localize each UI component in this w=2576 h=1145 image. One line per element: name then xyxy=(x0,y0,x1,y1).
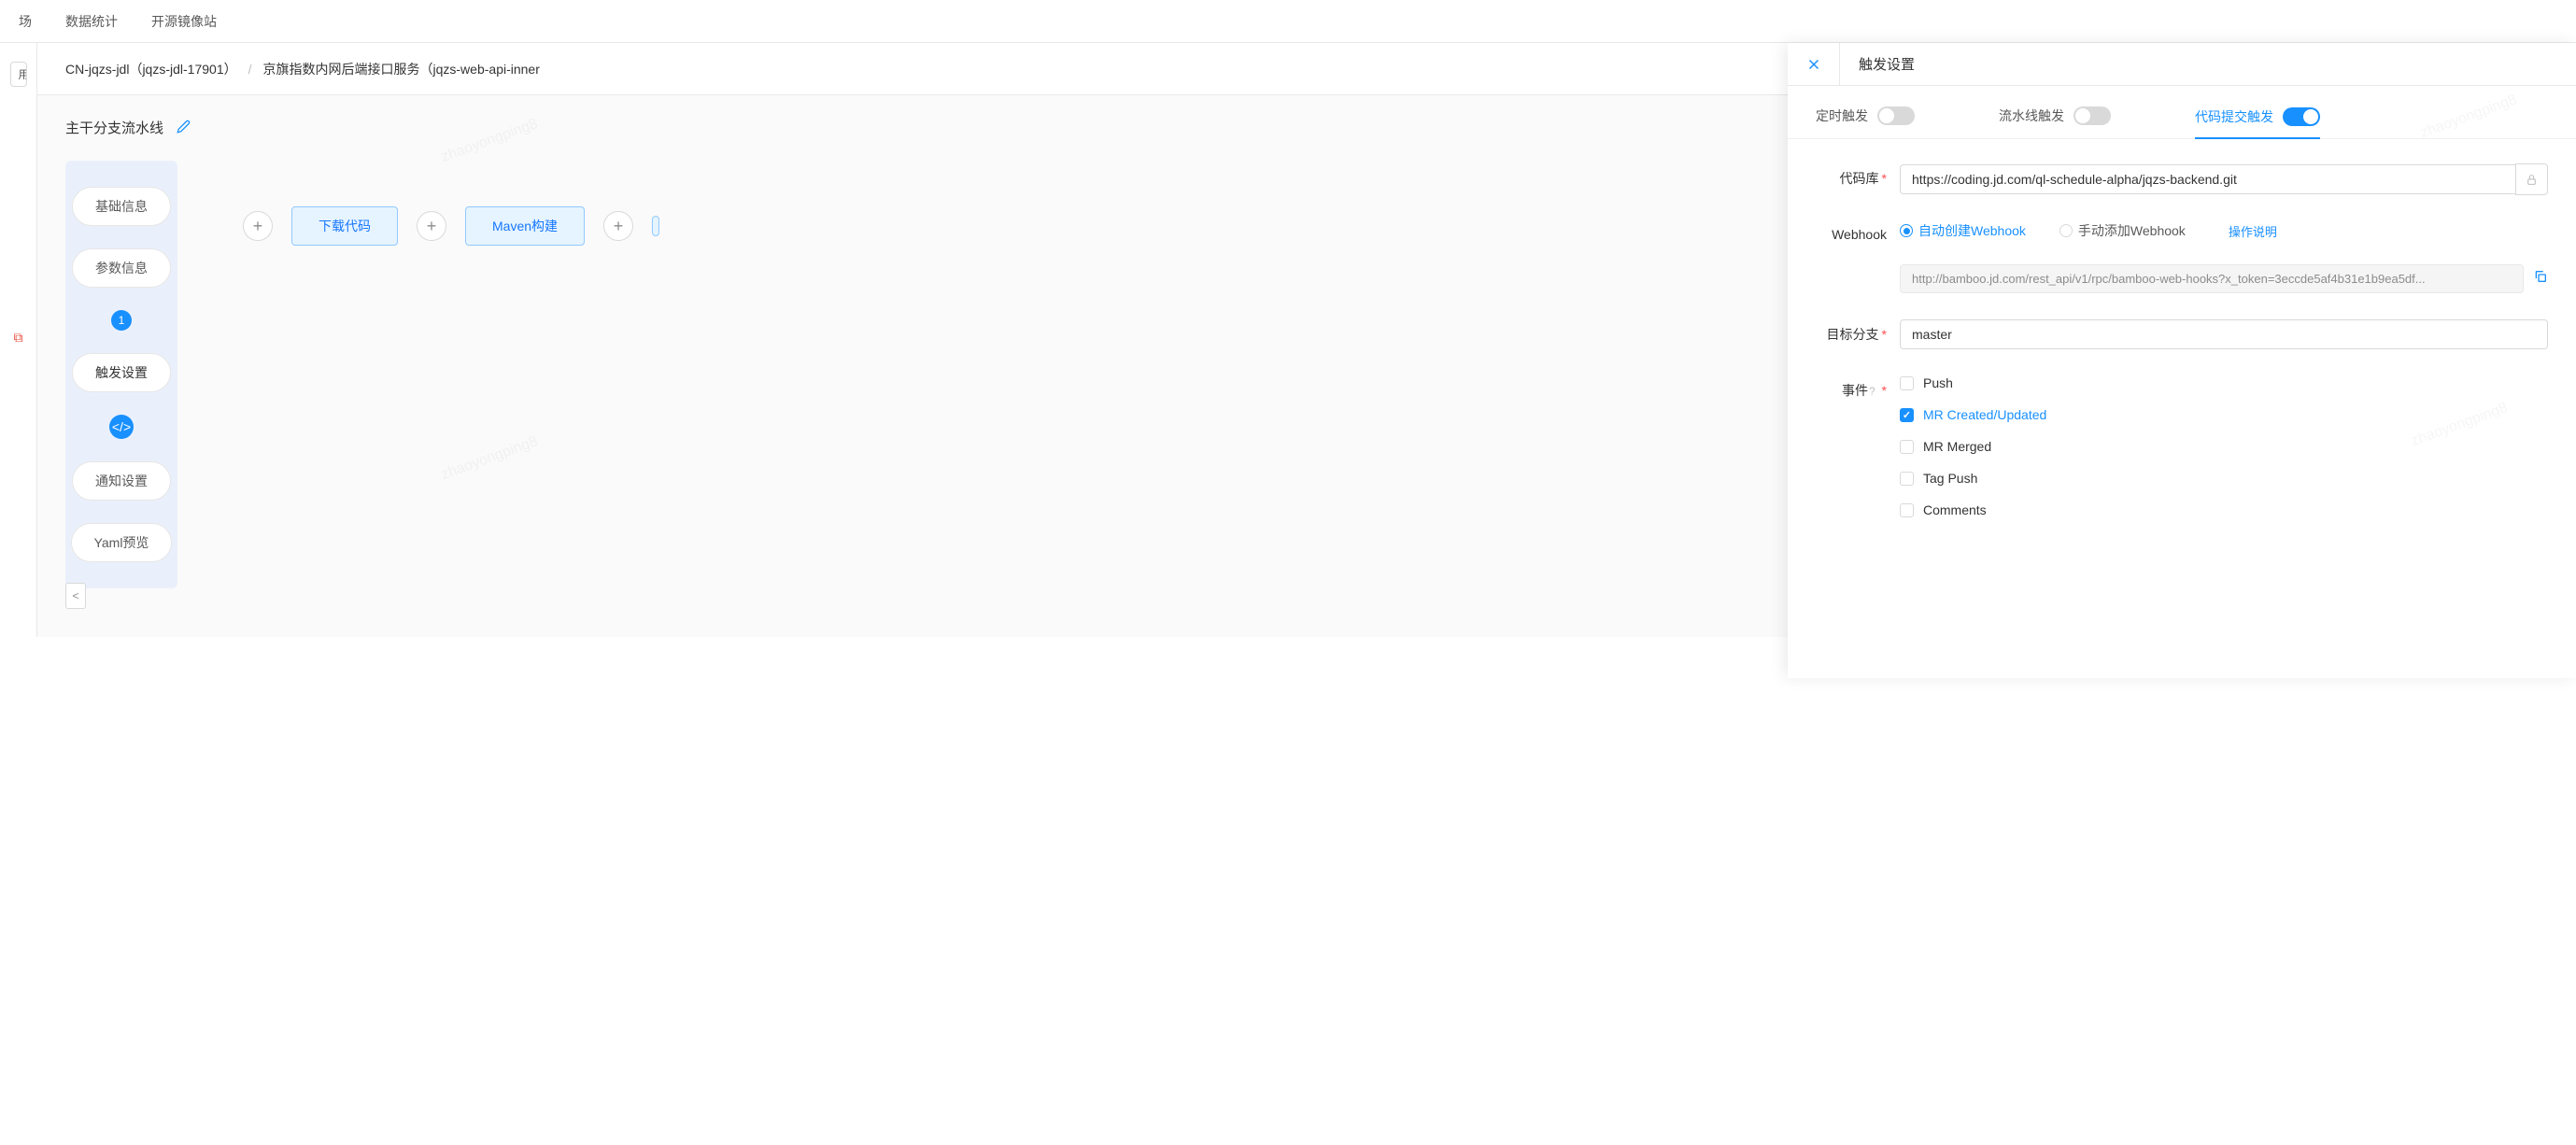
checkbox-comments-label: Comments xyxy=(1923,502,1987,517)
node-download-code[interactable]: 下载代码 xyxy=(291,206,398,246)
radio-auto-webhook[interactable]: 自动创建Webhook xyxy=(1900,221,2026,240)
checkbox-icon xyxy=(1900,440,1914,454)
add-node-button[interactable]: + xyxy=(243,211,273,241)
checkbox-icon xyxy=(1900,472,1914,486)
node-maven-build[interactable]: Maven构建 xyxy=(465,206,585,246)
tab-timer-label: 定时触发 xyxy=(1816,106,1868,125)
trigger-settings-drawer: 触发设置 定时触发 流水线触发 代码提交触发 zhaoyongping8 xyxy=(1788,43,2576,678)
radio-icon xyxy=(2059,224,2073,237)
breadcrumb-separator: / xyxy=(248,62,252,77)
webhook-help-link[interactable]: 操作说明 xyxy=(2229,222,2277,240)
breadcrumb-project[interactable]: CN-jqzs-jdl（jqzs-jdl-17901） xyxy=(65,60,237,78)
checkbox-mr-created[interactable]: MR Created/Updated xyxy=(1900,407,2548,422)
edit-icon[interactable] xyxy=(177,120,191,136)
pill-params-badge: 1 xyxy=(111,310,132,331)
pill-yaml-preview[interactable]: Yaml预览 xyxy=(71,523,173,562)
branch-label: 目标分支* xyxy=(1816,319,1887,344)
timer-trigger-switch[interactable] xyxy=(1877,106,1915,125)
radio-manual-webhook[interactable]: 手动添加Webhook xyxy=(2059,221,2186,240)
left-partial-button[interactable]: 用 xyxy=(10,62,27,87)
pill-notify-settings[interactable]: 通知设置 xyxy=(72,461,171,501)
breadcrumb-service[interactable]: 京旗指数内网后端接口服务（jqzs-web-api-inner xyxy=(263,60,540,78)
webhook-url-display[interactable]: http://bamboo.jd.com/rest_api/v1/rpc/bam… xyxy=(1900,264,2524,293)
branch-input[interactable] xyxy=(1900,319,2548,349)
checkbox-icon xyxy=(1900,503,1914,517)
code-icon: </> xyxy=(109,415,134,439)
lock-icon xyxy=(2515,163,2548,195)
webhook-label: Webhook xyxy=(1816,221,1887,242)
drawer-title: 触发设置 xyxy=(1840,54,1915,74)
overlap-icon[interactable]: ⧉ xyxy=(14,330,23,346)
pill-basic-info[interactable]: 基础信息 xyxy=(72,187,171,226)
nav-item-mirror[interactable]: 开源镜像站 xyxy=(151,12,217,31)
checkbox-push-label: Push xyxy=(1923,375,1953,390)
nav-item-stats[interactable]: 数据统计 xyxy=(65,12,118,31)
checkbox-mr-merged-label: MR Merged xyxy=(1923,439,1991,454)
checkbox-tag-push[interactable]: Tag Push xyxy=(1900,471,2548,486)
nav-item-market[interactable]: 场 xyxy=(19,12,32,31)
tab-pipeline-trigger[interactable]: 流水线触发 xyxy=(1999,106,2111,125)
events-label: 事件? * xyxy=(1816,375,1887,400)
tab-code-commit-trigger[interactable]: 代码提交触发 xyxy=(2195,107,2320,139)
node-partial[interactable] xyxy=(652,216,659,236)
tab-code-commit-label: 代码提交触发 xyxy=(2195,107,2273,126)
code-commit-trigger-switch[interactable] xyxy=(2283,107,2320,126)
add-node-button[interactable]: + xyxy=(417,211,446,241)
add-node-button[interactable]: + xyxy=(603,211,633,241)
left-rail: 用 ⧉ xyxy=(0,43,37,637)
repo-label: 代码库* xyxy=(1816,163,1887,188)
copy-icon[interactable] xyxy=(2533,269,2548,289)
radio-icon xyxy=(1900,224,1913,237)
trigger-tabs: 定时触发 流水线触发 代码提交触发 xyxy=(1788,86,2576,139)
checkbox-mr-merged[interactable]: MR Merged xyxy=(1900,439,2548,454)
checkbox-comments[interactable]: Comments xyxy=(1900,502,2548,517)
checkbox-push[interactable]: Push xyxy=(1900,375,2548,390)
pipeline-trigger-switch[interactable] xyxy=(2074,106,2111,125)
pipeline-title: 主干分支流水线 xyxy=(65,118,163,137)
tab-pipeline-label: 流水线触发 xyxy=(1999,106,2064,125)
checkbox-tag-push-label: Tag Push xyxy=(1923,471,1977,486)
collapse-sidebar-button[interactable]: < xyxy=(65,583,86,609)
radio-manual-label: 手动添加Webhook xyxy=(2078,221,2186,240)
pill-params[interactable]: 参数信息 xyxy=(72,248,171,288)
top-navigation: 场 数据统计 开源镜像站 xyxy=(0,0,2576,43)
sidebar-pills: 基础信息 参数信息 1 触发设置 </> 通知设置 Yaml预览 xyxy=(65,161,177,588)
checkbox-icon xyxy=(1900,376,1914,390)
radio-auto-label: 自动创建Webhook xyxy=(1918,221,2026,240)
repo-input[interactable] xyxy=(1900,164,2515,194)
pill-trigger-settings[interactable]: 触发设置 xyxy=(72,353,171,392)
watermark: zhaoyongping8 xyxy=(439,433,540,484)
checkbox-icon xyxy=(1900,408,1914,422)
checkbox-mr-created-label: MR Created/Updated xyxy=(1923,407,2046,422)
tab-timer-trigger[interactable]: 定时触发 xyxy=(1816,106,1915,125)
close-icon[interactable] xyxy=(1788,43,1840,86)
